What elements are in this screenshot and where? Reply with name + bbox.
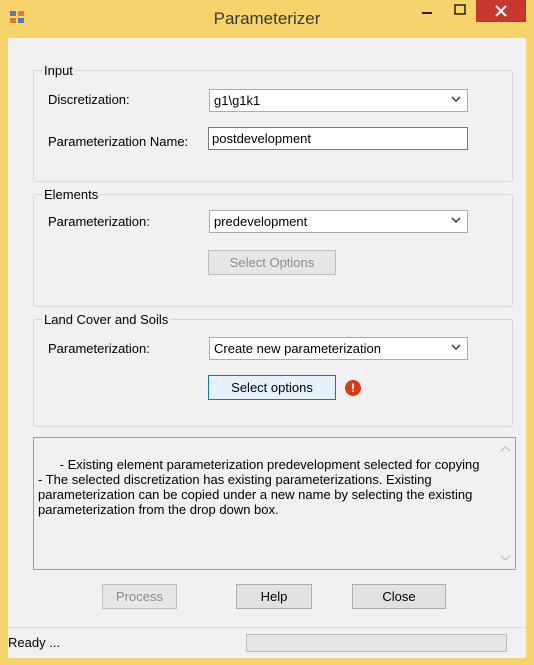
param-name-label: Parameterization Name:	[48, 134, 189, 149]
progress-bar	[246, 634, 507, 652]
scroll-up-icon[interactable]	[497, 441, 514, 457]
landcover-param-dropdown[interactable]: Create new parameterization	[209, 337, 468, 360]
elements-param-dropdown[interactable]: predevelopment	[209, 210, 468, 233]
chevron-down-icon	[451, 217, 461, 224]
log-textbox[interactable]: - Existing element parameterization pred…	[33, 437, 516, 570]
elements-param-value: predevelopment	[214, 214, 308, 229]
landcover-group: Land Cover and Soils	[33, 312, 513, 427]
title-bar[interactable]: Parameterizer	[0, 0, 534, 38]
status-text: Ready ...	[8, 635, 61, 650]
landcover-group-legend: Land Cover and Soils	[42, 312, 171, 327]
parameterizer-window: Parameterizer Input Discretization: g1\g…	[0, 0, 534, 665]
param-name-input[interactable]	[209, 128, 467, 149]
log-text: - Existing element parameterization pred…	[38, 457, 480, 517]
close-button[interactable]: Close	[352, 584, 446, 609]
log-scrollbar[interactable]	[497, 439, 514, 568]
elements-group-legend: Elements	[42, 187, 101, 202]
elements-param-label: Parameterization:	[48, 214, 150, 229]
close-icon	[495, 5, 507, 17]
landcover-param-value: Create new parameterization	[214, 341, 381, 356]
discretization-label: Discretization:	[48, 92, 130, 107]
chevron-down-icon	[451, 96, 461, 103]
discretization-dropdown[interactable]: g1\g1k1	[209, 89, 468, 112]
close-window-button[interactable]	[476, 0, 526, 22]
help-button[interactable]: Help	[236, 584, 312, 609]
status-bar: Ready ...	[8, 627, 526, 658]
minimize-icon	[422, 12, 432, 14]
landcover-param-label: Parameterization:	[48, 341, 150, 356]
discretization-value: g1\g1k1	[214, 93, 261, 108]
minimize-button[interactable]	[412, 0, 442, 22]
client-area: Input Discretization: g1\g1k1 Parameteri…	[8, 38, 526, 658]
chevron-down-icon	[451, 344, 461, 351]
process-button[interactable]: Process	[102, 584, 177, 609]
scroll-down-icon[interactable]	[497, 550, 514, 566]
input-group: Input	[33, 63, 513, 182]
warning-icon: !	[345, 380, 361, 396]
input-group-legend: Input	[42, 63, 75, 78]
param-name-field[interactable]	[208, 127, 468, 150]
maximize-button[interactable]	[447, 0, 473, 22]
landcover-select-options-button[interactable]: Select options	[208, 375, 336, 400]
maximize-icon	[454, 4, 466, 15]
elements-select-options-button[interactable]: Select Options	[208, 250, 336, 275]
